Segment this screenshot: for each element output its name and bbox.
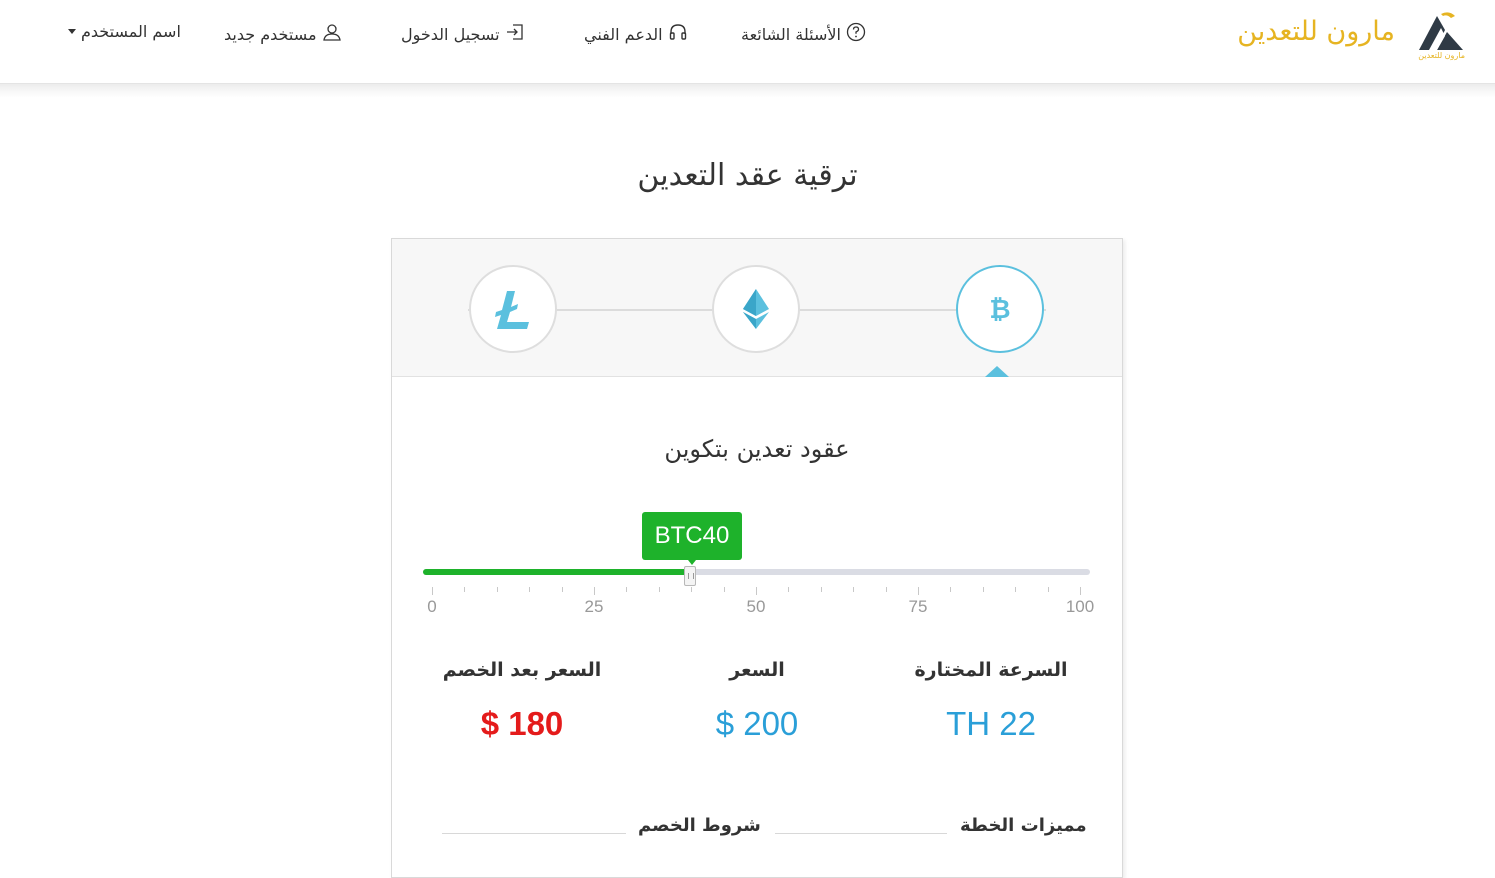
slider-tick bbox=[723, 587, 725, 592]
features-divider bbox=[775, 833, 947, 834]
discount-terms-divider bbox=[442, 833, 626, 834]
page-title: ترقية عقد التعدين bbox=[637, 158, 858, 193]
slider-tick bbox=[1015, 587, 1017, 592]
speed-label: السرعة المختارة bbox=[914, 659, 1068, 681]
price-value: $ 200 bbox=[715, 705, 799, 742]
slider-tick bbox=[432, 587, 433, 595]
nav-register[interactable]: مستخدم جديد bbox=[224, 22, 342, 46]
mining-contract-card: ₿ عقود تعدين بتكوين BTC40 0 25 50 75 100 الس… bbox=[391, 238, 1123, 878]
discount-price-value: $ 180 bbox=[480, 705, 564, 742]
logo-caption: مارون للتعدين bbox=[1418, 51, 1465, 60]
nav-faq[interactable]: الأسئلة الشائعة bbox=[741, 22, 866, 46]
slider-tick bbox=[658, 587, 660, 592]
top-navbar: مارون للتعدين مارون للتعدين الأسئلة الشا… bbox=[0, 0, 1495, 84]
slider-tick bbox=[626, 587, 628, 592]
price-label: السعر bbox=[729, 659, 785, 681]
bitcoin-icon: ₿ bbox=[989, 295, 1010, 325]
nav-username-label: اسم المستخدم bbox=[81, 22, 181, 41]
slider-tick bbox=[950, 587, 952, 592]
caret-down-icon bbox=[68, 29, 76, 34]
slider-tick bbox=[1047, 587, 1049, 592]
coin-bitcoin[interactable]: ₿ bbox=[956, 265, 1044, 353]
slider-value-badge: BTC40 bbox=[642, 512, 742, 565]
slider-tick bbox=[496, 587, 498, 592]
user-icon bbox=[322, 22, 342, 46]
slider-fill bbox=[423, 569, 690, 575]
slider-tick bbox=[853, 587, 855, 592]
slider-tick bbox=[1080, 587, 1081, 595]
slider-tick bbox=[820, 587, 822, 592]
slider-tick-label: 0 bbox=[427, 597, 437, 616]
discount-column: السعر بعد الخصم $ 180 bbox=[412, 659, 632, 743]
slider-tick bbox=[982, 587, 984, 592]
slider-tick bbox=[464, 587, 466, 592]
litecoin-icon bbox=[495, 291, 529, 329]
login-icon bbox=[505, 22, 525, 46]
slider-tick-label: 100 bbox=[1065, 597, 1095, 616]
nav-support[interactable]: الدعم الفني bbox=[584, 22, 688, 46]
slider-handle[interactable] bbox=[683, 566, 696, 586]
headphones-icon bbox=[668, 22, 688, 46]
coin-selector: ₿ bbox=[392, 239, 1122, 377]
discount-price-label: السعر بعد الخصم bbox=[442, 659, 602, 681]
svg-text:₿: ₿ bbox=[989, 295, 1010, 325]
coin-litecoin[interactable] bbox=[469, 265, 557, 353]
discount-terms-heading: شروط الخصم bbox=[638, 815, 761, 836]
nav-support-label: الدعم الفني bbox=[584, 24, 663, 44]
slider-tick bbox=[756, 587, 757, 595]
slider-tick bbox=[594, 587, 595, 595]
speed-column: السرعة المختارة TH 22 bbox=[881, 659, 1101, 743]
slider-track[interactable] bbox=[423, 569, 1090, 575]
speed-value: TH 22 bbox=[946, 705, 1036, 742]
slider-tick bbox=[691, 587, 693, 592]
slider-tick bbox=[561, 587, 563, 592]
nav-register-label: مستخدم جديد bbox=[224, 24, 317, 44]
coin-ethereum[interactable] bbox=[712, 265, 800, 353]
ethereum-icon bbox=[743, 289, 769, 329]
active-coin-pointer bbox=[985, 366, 1009, 377]
slider-tick-label: 25 bbox=[584, 597, 604, 616]
slider-tick bbox=[788, 587, 790, 592]
slider-tick-label: 75 bbox=[908, 597, 928, 616]
navbar-shadow bbox=[0, 84, 1495, 98]
slider-tick bbox=[529, 587, 531, 592]
slider-tick bbox=[885, 587, 887, 592]
section-title: عقود تعدين بتكوين bbox=[664, 435, 850, 463]
features-heading: مميزات الخطة bbox=[960, 815, 1087, 836]
nav-login-label: تسجيل الدخول bbox=[401, 24, 500, 44]
question-circle-icon bbox=[846, 22, 866, 46]
slider-tick bbox=[918, 587, 919, 595]
nav-user-dropdown[interactable]: اسم المستخدم bbox=[64, 22, 181, 41]
price-column: السعر $ 200 bbox=[647, 659, 867, 743]
slider-tick-label: 50 bbox=[746, 597, 766, 616]
brand-name[interactable]: مارون للتعدين bbox=[1237, 16, 1395, 47]
nav-login[interactable]: تسجيل الدخول bbox=[401, 22, 525, 46]
nav-faq-label: الأسئلة الشائعة bbox=[741, 24, 841, 44]
